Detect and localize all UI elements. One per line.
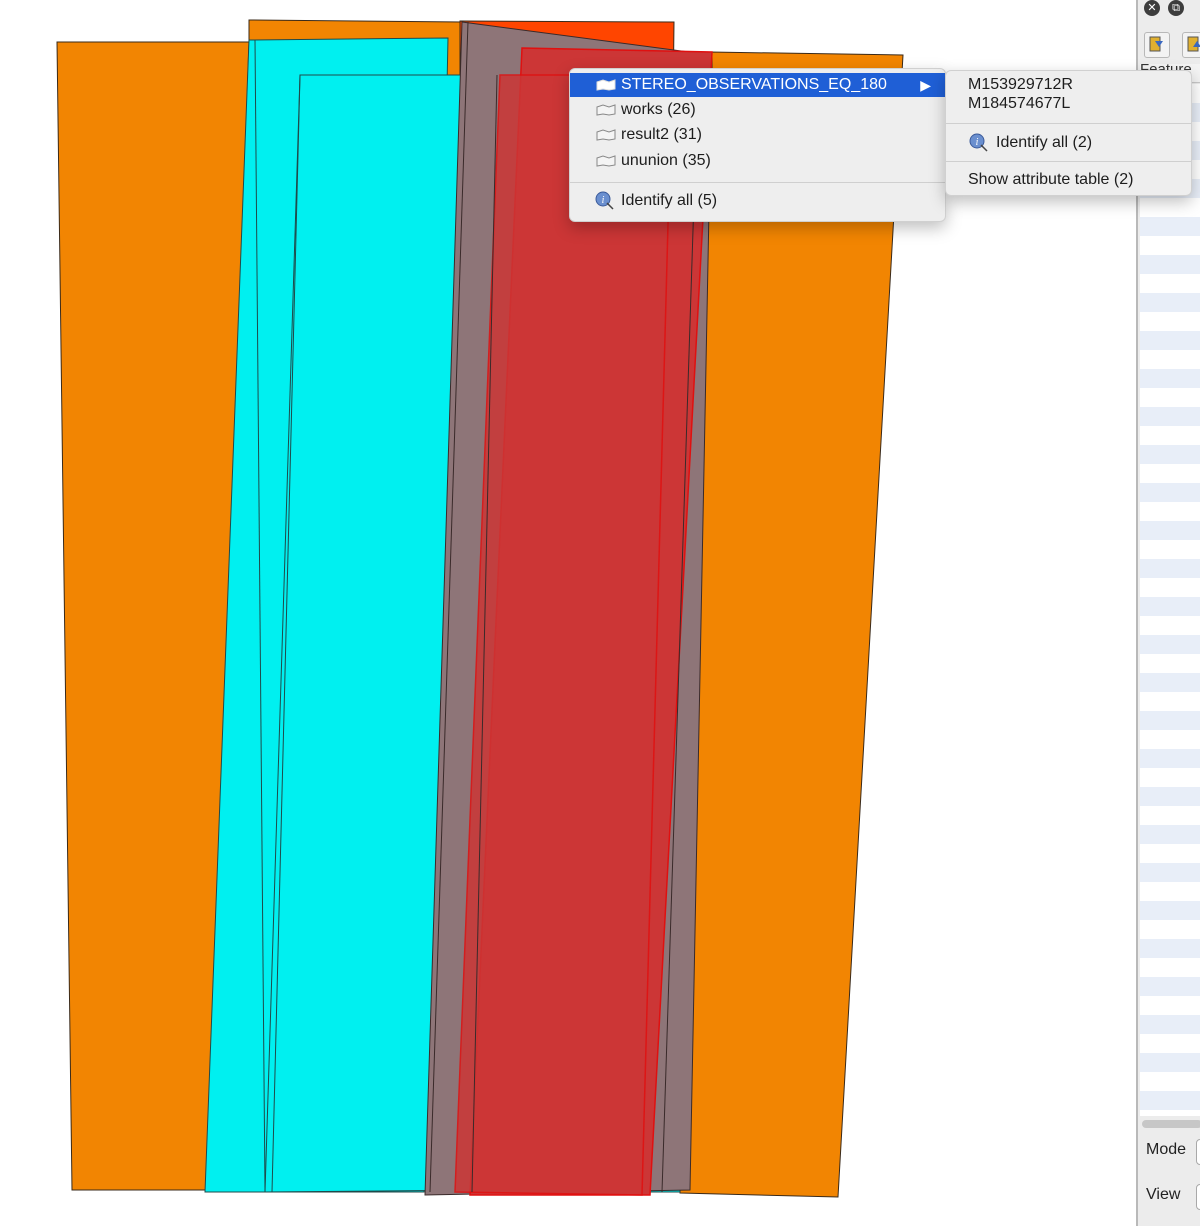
menu-item-label: Show attribute table (2) — [968, 171, 1134, 188]
feature-item[interactable]: M153929712R — [946, 75, 1191, 95]
feature-item[interactable]: M184574677L — [946, 94, 1191, 114]
menu-separator — [946, 161, 1191, 162]
menu-item-identify-all[interactable]: i Identify all (5) — [570, 189, 945, 213]
identify-layer-menu: STEREO_OBSERVATIONS_EQ_180 ▶ works (26) … — [569, 68, 946, 222]
feature-id: M184574677L — [968, 95, 1071, 112]
polygon-layer-icon — [596, 79, 616, 91]
polygon-layer-icon — [596, 104, 616, 116]
menu-item-label: result2 (31) — [621, 126, 702, 143]
close-icon[interactable]: ✕ — [1144, 0, 1160, 16]
identify-icon: i — [969, 133, 988, 152]
menu-item-result2[interactable]: result2 (31) — [570, 123, 945, 147]
menu-item-label: works (26) — [621, 101, 696, 118]
menu-item-label: STEREO_OBSERVATIONS_EQ_180 — [621, 76, 887, 93]
feature-results-list[interactable] — [1140, 84, 1200, 1116]
identify-icon: i — [595, 191, 614, 210]
feature-submenu: M153929712R M184574677L i Identify all (… — [945, 70, 1192, 196]
submenu-item-show-attribute-table[interactable]: Show attribute table (2) — [946, 168, 1191, 192]
footprint-polygon-orange-right[interactable] — [679, 51, 904, 1198]
polygon-layer-icon — [596, 129, 616, 141]
submenu-item-identify-all[interactable]: i Identify all (2) — [946, 131, 1191, 155]
menu-separator — [946, 123, 1191, 124]
svg-text:i: i — [976, 137, 979, 148]
menu-item-ununion[interactable]: ununion (35) — [570, 149, 945, 173]
collapse-icon[interactable] — [1182, 32, 1200, 58]
menu-separator — [570, 182, 945, 183]
view-select[interactable] — [1196, 1184, 1200, 1210]
mode-label: Mode — [1146, 1141, 1187, 1158]
view-label: View — [1146, 1186, 1181, 1203]
menu-item-stereo-observations[interactable]: STEREO_OBSERVATIONS_EQ_180 ▶ — [570, 73, 945, 97]
menu-item-label: Identify all (2) — [996, 134, 1093, 151]
float-icon[interactable]: ⧉ — [1168, 0, 1184, 16]
submenu-arrow-icon: ▶ — [920, 77, 931, 93]
mode-select[interactable] — [1196, 1139, 1200, 1165]
feature-id: M153929712R — [968, 76, 1073, 93]
menu-item-works[interactable]: works (26) — [570, 98, 945, 122]
polygon-layer-icon — [596, 155, 616, 167]
svg-text:i: i — [602, 195, 605, 206]
menu-item-label: Identify all (5) — [621, 192, 718, 209]
expand-icon[interactable] — [1144, 32, 1170, 58]
menu-item-label: ununion (35) — [621, 152, 711, 169]
horizontal-scrollbar[interactable] — [1142, 1120, 1200, 1128]
